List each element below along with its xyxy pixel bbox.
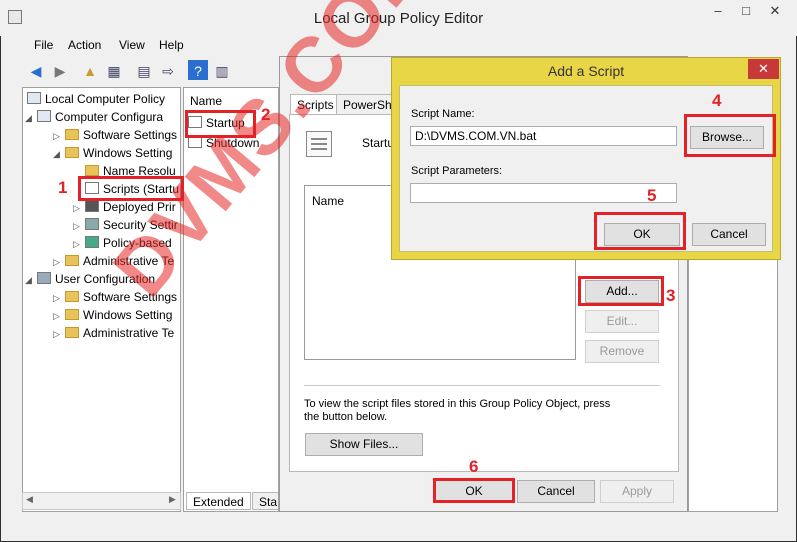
tree-item-local-computer-policy[interactable]: Local Computer Policy [27, 90, 165, 108]
show-action-pane-icon[interactable]: ▥ [212, 60, 232, 80]
scroll-right-icon[interactable]: ▶ [169, 494, 176, 505]
folder-icon [65, 327, 79, 338]
show-files-button[interactable]: Show Files... [305, 433, 423, 456]
expander-icon[interactable]: ▷ [53, 253, 65, 271]
expander-icon[interactable]: ▷ [53, 325, 65, 343]
tree-item-user-windows-settings[interactable]: ▷ Windows Setting [53, 306, 172, 324]
chart-icon [85, 236, 99, 248]
tree-item-windows-settings[interactable]: ◢ Windows Setting [53, 144, 172, 162]
highlight-startup [185, 110, 256, 138]
edit-button[interactable]: Edit... [585, 310, 659, 333]
add-script-title: Add a Script [547, 63, 625, 79]
security-icon [85, 218, 99, 230]
script-parameters-label: Script Parameters: [411, 165, 503, 177]
forward-arrow-icon[interactable]: ▶ [50, 60, 70, 80]
show-tree-icon[interactable]: ▦ [104, 60, 124, 80]
menu-file[interactable]: File [34, 38, 53, 52]
scroll-left-icon[interactable]: ◀ [26, 494, 33, 505]
step-number-1: 1 [58, 178, 68, 197]
expander-icon[interactable]: ◢ [53, 145, 65, 163]
highlight-dialog-ok [594, 212, 686, 250]
script-parameters-input[interactable] [410, 183, 677, 203]
printer-icon [85, 200, 99, 212]
folder-icon [65, 147, 79, 158]
menu-help[interactable]: Help [159, 38, 184, 52]
tree-item-user-administrative-templates[interactable]: ▷ Administrative Te [53, 324, 174, 342]
folder-icon [65, 291, 79, 302]
expander-icon[interactable]: ▷ [73, 217, 85, 235]
expander-icon[interactable]: ◢ [25, 109, 37, 127]
computer-icon [27, 92, 41, 104]
properties-icon[interactable]: ▤ [134, 60, 154, 80]
dialog-cancel-button[interactable]: Cancel [692, 223, 766, 246]
column-header-name[interactable]: Name [190, 94, 222, 108]
tree-item-software-settings[interactable]: ▷ Software Settings [53, 126, 177, 144]
computer-icon [37, 110, 51, 122]
step-number-2: 2 [261, 105, 271, 124]
tab-standard[interactable]: Sta [252, 492, 278, 510]
close-button[interactable]: ✕ [758, 0, 792, 22]
help-icon[interactable]: ? [188, 60, 208, 80]
highlight-add [578, 276, 664, 306]
tab-extended[interactable]: Extended [186, 492, 251, 510]
maximize-button[interactable]: □ [732, 0, 760, 22]
up-folder-icon[interactable]: ▲ [80, 60, 100, 80]
tree-horizontal-scrollbar[interactable]: ◀ ▶ [22, 492, 181, 510]
menu-view[interactable]: View [119, 38, 145, 52]
menu-action[interactable]: Action [68, 38, 101, 52]
expander-icon[interactable]: ◢ [25, 271, 37, 289]
toolbar: ◀ ▶ ▲ ▦ ▤ ⇨ ? ▥ [22, 60, 242, 84]
expander-icon[interactable]: ▷ [73, 235, 85, 253]
folder-icon [85, 165, 99, 176]
step-number-5: 5 [647, 186, 657, 205]
export-list-icon[interactable]: ⇨ [158, 60, 178, 80]
folder-icon [65, 309, 79, 320]
step-number-3: 3 [666, 286, 676, 305]
remove-button[interactable]: Remove [585, 340, 659, 363]
dialog-close-button[interactable]: ✕ [748, 59, 779, 79]
script-name-label: Script Name: [411, 108, 475, 120]
folder-icon [65, 129, 79, 140]
minimize-button[interactable]: – [704, 0, 732, 22]
info-text: To view the script files stored in this … [304, 398, 611, 423]
list-header-name[interactable]: Name [312, 194, 344, 208]
tree-item-computer-configuration[interactable]: ◢ Computer Configura [25, 108, 163, 126]
back-arrow-icon[interactable]: ◀ [26, 60, 46, 80]
step-number-4: 4 [712, 91, 722, 110]
highlight-scripts [78, 176, 184, 201]
expander-icon[interactable]: ▷ [73, 199, 85, 217]
user-icon [37, 272, 51, 284]
properties-cancel-button[interactable]: Cancel [517, 480, 595, 503]
expander-icon[interactable]: ▷ [53, 127, 65, 145]
divider [304, 385, 660, 386]
folder-icon [65, 255, 79, 266]
expander-icon[interactable]: ▷ [53, 307, 65, 325]
expander-icon[interactable]: ▷ [53, 289, 65, 307]
highlight-browse [684, 114, 776, 157]
highlight-properties-ok [433, 478, 515, 503]
step-number-6: 6 [469, 457, 479, 476]
properties-apply-button[interactable]: Apply [600, 480, 674, 503]
script-name-input[interactable]: D:\DVMS.COM.VN.bat [410, 126, 677, 146]
